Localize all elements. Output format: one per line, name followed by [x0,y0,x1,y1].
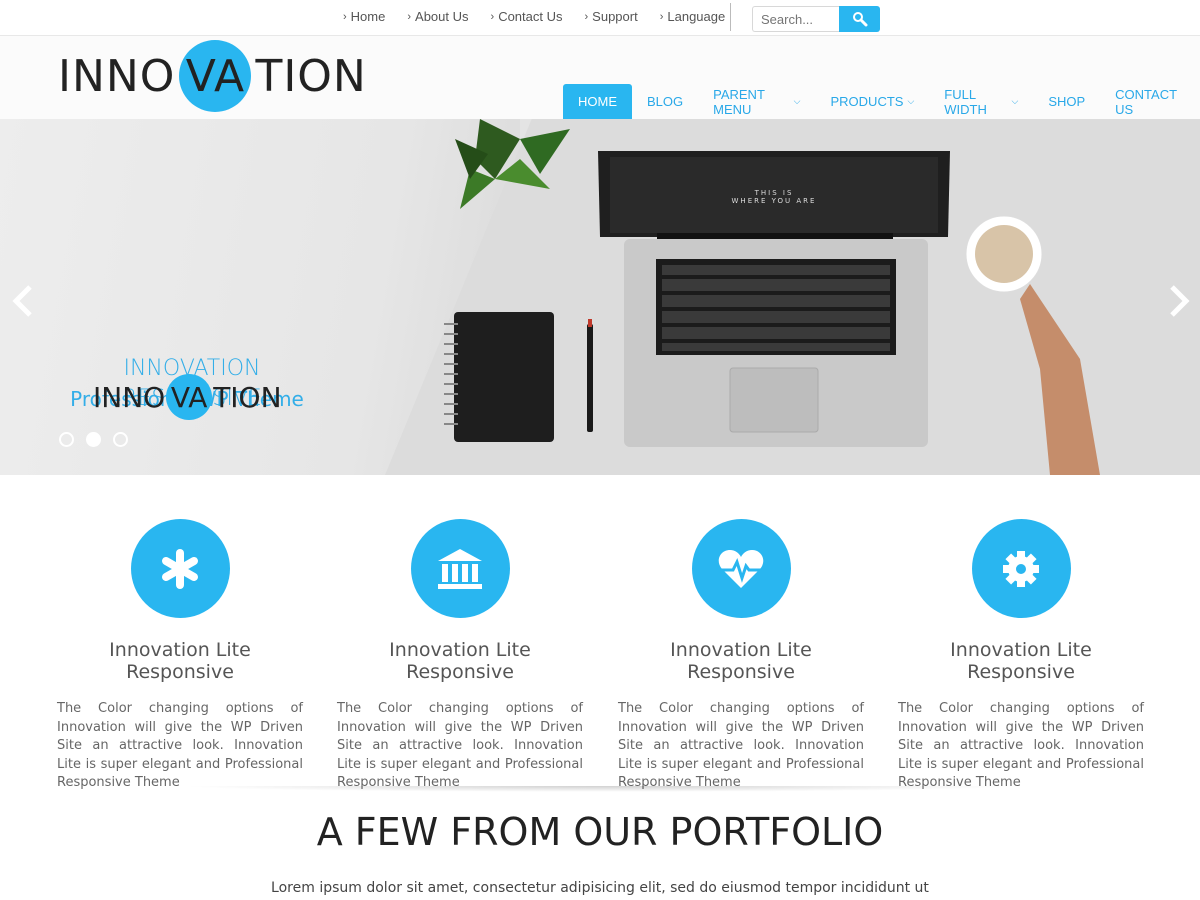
top-nav-label: Support [592,9,638,24]
logo-text: INNO [93,380,166,414]
pen-image [587,319,593,432]
laptop-screen-text: WHERE YOU ARE [732,197,817,205]
feature-card: Innovation Lite Responsive The Color cha… [618,519,864,793]
nav-label: SHOP [1048,94,1086,109]
feature-icon-circle[interactable] [130,519,230,618]
feature-title[interactable]: Innovation Lite Responsive [337,639,583,683]
nav-full-width[interactable]: FULL WIDTH ⌵ [929,84,1033,119]
top-nav-label: Contact Us [498,9,563,24]
asterisk-icon [162,548,198,589]
portfolio-title: A FEW FROM OUR PORTFOLIO [316,810,884,854]
slider-prev-button[interactable] [8,281,38,321]
feature-text: The Color changing options of Innovation… [618,701,864,790]
main-nav: HOME BLOG PARENT MENU ⌵ PRODUCTS ⌵ FULL WI… [563,84,1200,119]
feature-title[interactable]: Innovation Lite Responsive [898,639,1144,683]
search-button[interactable] [839,6,880,32]
laptop-screen-text: THIS IS [754,189,794,197]
chevron-right-icon: › [659,10,664,23]
gear-icon [1003,550,1039,587]
feature-icon-circle[interactable] [971,519,1071,618]
hero-slider: THIS IS WHERE YOU ARE INNOVATION RESPONS… [0,119,1200,475]
nav-label: BLOG [647,94,684,109]
coffee-cup-image [965,215,1100,475]
chevron-down-icon: ⌵ [793,96,801,106]
chevron-left-icon [12,285,32,317]
slider-next-button[interactable] [1164,281,1194,321]
heartbeat-icon [718,549,764,588]
divider [730,3,731,31]
slider-dots [59,432,128,447]
notebook-image [444,312,554,442]
logo-text: TION [213,380,282,414]
search-input[interactable] [752,6,839,32]
nav-home[interactable]: HOME [563,84,632,119]
feature-card: Innovation Lite Responsive The Color cha… [57,519,303,793]
nav-products[interactable]: PRODUCTS ⌵ [816,84,930,119]
feature-card: Innovation Lite Responsive The Color cha… [898,519,1144,793]
feature-text: The Color changing options of Innovation… [337,701,583,790]
nav-contact-us[interactable]: CONTACT US [1100,84,1200,119]
logo-text: VA [170,380,208,414]
chevron-right-icon [1170,285,1190,317]
nav-shop[interactable]: SHOP [1033,84,1100,119]
nav-label: PRODUCTS [830,94,904,109]
chevron-right-icon: › [584,10,589,23]
chevron-down-icon: ⌵ [907,96,915,106]
plant-image [455,119,570,209]
chevron-right-icon: › [490,10,495,23]
feature-title[interactable]: Innovation Lite Responsive [57,639,303,683]
top-nav-home[interactable]: › Home [343,9,385,24]
chevron-right-icon: › [407,10,412,23]
search-form [752,6,880,32]
section-divider [180,786,1020,792]
search-icon [852,12,867,27]
logo-circle: VA [165,374,213,420]
nav-blog[interactable]: BLOG [632,84,698,119]
top-nav-label: About Us [415,9,469,24]
chevron-down-icon: ⌵ [1011,96,1019,106]
feature-icon-circle[interactable] [410,519,510,618]
logo-text: INNO [58,50,176,102]
feature-text: The Color changing options of Innovation… [898,701,1144,790]
logo-circle: VA [175,40,255,112]
slider-dot[interactable] [59,432,74,447]
desk-illustration: THIS IS WHERE YOU ARE [444,119,1100,475]
feature-title[interactable]: Innovation Lite Responsive [618,639,864,683]
bank-icon [438,548,482,589]
top-nav-support[interactable]: › Support [585,9,638,24]
laptop-image: THIS IS WHERE YOU ARE [598,151,950,447]
feature-card: Innovation Lite Responsive The Color cha… [337,519,583,793]
slider-dot-active[interactable] [86,432,101,447]
slide-logo: INNO VA TION [93,373,282,421]
top-nav-contact[interactable]: › Contact Us [491,9,563,24]
feature-icon-circle[interactable] [691,519,791,618]
logo-text: VA [185,50,246,102]
top-nav-about[interactable]: › About Us [407,9,468,24]
top-nav-label: Home [350,9,386,24]
nav-label: PARENT MENU [713,86,765,117]
logo-text: TION [255,50,367,102]
top-nav-language[interactable]: › Language [660,9,726,24]
chevron-right-icon: › [343,10,347,23]
slider-dot[interactable] [113,432,128,447]
nav-label: HOME [578,94,617,109]
feature-text: The Color changing options of Innovation… [57,701,303,790]
top-nav-label: Language [667,9,726,24]
nav-label: CONTACT US [1115,86,1177,117]
top-nav: › Home › About Us › Contact Us › Support › La… [343,9,747,24]
nav-label: FULL WIDTH [944,86,987,117]
nav-parent-menu[interactable]: PARENT MENU ⌵ [698,84,815,119]
top-bar: › Home › About Us › Contact Us › Support › La… [0,0,1200,36]
site-header: INNO VA TION HOME BLOG PARENT MENU ⌵ PROD… [0,36,1200,119]
site-logo[interactable]: INNO VA TION [58,40,367,112]
portfolio-subtitle: Lorem ipsum dolor sit amet, consectetur … [271,880,929,896]
